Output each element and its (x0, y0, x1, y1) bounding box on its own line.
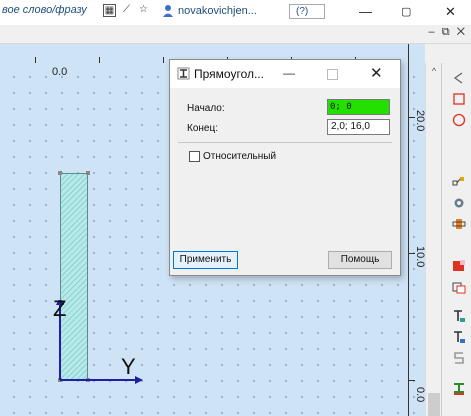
scroll-up-icon[interactable]: ^ (426, 66, 442, 78)
menu-strip: – ⧉ ✕ (0, 25, 471, 44)
end-label: Конец: (187, 123, 218, 134)
right-ruler (408, 44, 426, 416)
minimize-button[interactable]: — (359, 5, 372, 19)
copy-icon[interactable] (452, 280, 466, 294)
t-beam-icon (177, 67, 190, 80)
corner-handle[interactable] (58, 171, 62, 175)
app-titlebar: вое слово/фразу ▦ ⟋ ☆ novakovichjen... (… (0, 0, 471, 25)
vertical-scrollbar[interactable]: ^ (425, 63, 442, 416)
restore-button[interactable]: ▢ (401, 5, 411, 19)
dialog-close-button[interactable]: ✕ (370, 64, 383, 82)
help-menu-button[interactable]: (?) (289, 4, 325, 19)
s-shape-icon[interactable] (452, 351, 466, 365)
circle-icon[interactable] (452, 113, 466, 127)
start-field[interactable]: 0; 0 (327, 99, 390, 115)
dialog-minimize-button[interactable]: — (283, 66, 295, 80)
rectangle-icon[interactable] (452, 92, 466, 106)
relative-checkbox[interactable] (189, 151, 200, 162)
divider (178, 142, 392, 143)
red-section-icon[interactable] (452, 259, 466, 273)
gear-icon[interactable] (452, 196, 466, 210)
title-icons: ▦ ⟋ ☆ (103, 4, 155, 21)
scroll-thumb[interactable] (428, 393, 440, 416)
end-field[interactable]: 2,0; 16,0 (327, 119, 390, 135)
ruler-icon[interactable]: ⟋ (120, 4, 133, 17)
search-hint[interactable]: вое слово/фразу (2, 4, 87, 16)
node-icon[interactable] (452, 175, 466, 189)
axis-y-label: Y (121, 354, 136, 379)
x-axis-label-0: 0.0 (52, 66, 68, 78)
section-icon[interactable] (452, 217, 466, 231)
grid-icon[interactable]: ▦ (103, 4, 116, 17)
dialog-maximize-button[interactable] (327, 69, 338, 80)
corner-handle[interactable] (86, 171, 90, 175)
star-icon[interactable]: ☆ (137, 4, 150, 17)
start-label: Начало: (187, 103, 225, 114)
help-button[interactable]: Помощь (328, 251, 392, 269)
relative-label[interactable]: Относительный (203, 151, 276, 162)
green-beam-icon[interactable] (452, 381, 466, 395)
axis-z-label: Z (53, 296, 67, 321)
dialog-titlebar[interactable]: Прямоугол... — ✕ (170, 60, 400, 88)
close-button[interactable]: ✕ (445, 5, 456, 19)
curve-icon[interactable] (452, 71, 466, 85)
mdi-window-controls[interactable]: – ⧉ ✕ (429, 26, 467, 39)
right-toolbar (441, 63, 471, 416)
user-name[interactable]: novakovichjen... (178, 5, 257, 17)
apply-button[interactable]: Применить (173, 251, 238, 269)
dialog-title: Прямоугол... (194, 67, 264, 81)
t-beam-icon[interactable] (452, 309, 466, 323)
user-icon[interactable] (162, 4, 174, 18)
t-beam-alt-icon[interactable] (452, 330, 466, 344)
rectangle-dialog: Прямоугол... — ✕ Начало: 0; 0 Конец: 2,0… (169, 59, 401, 276)
